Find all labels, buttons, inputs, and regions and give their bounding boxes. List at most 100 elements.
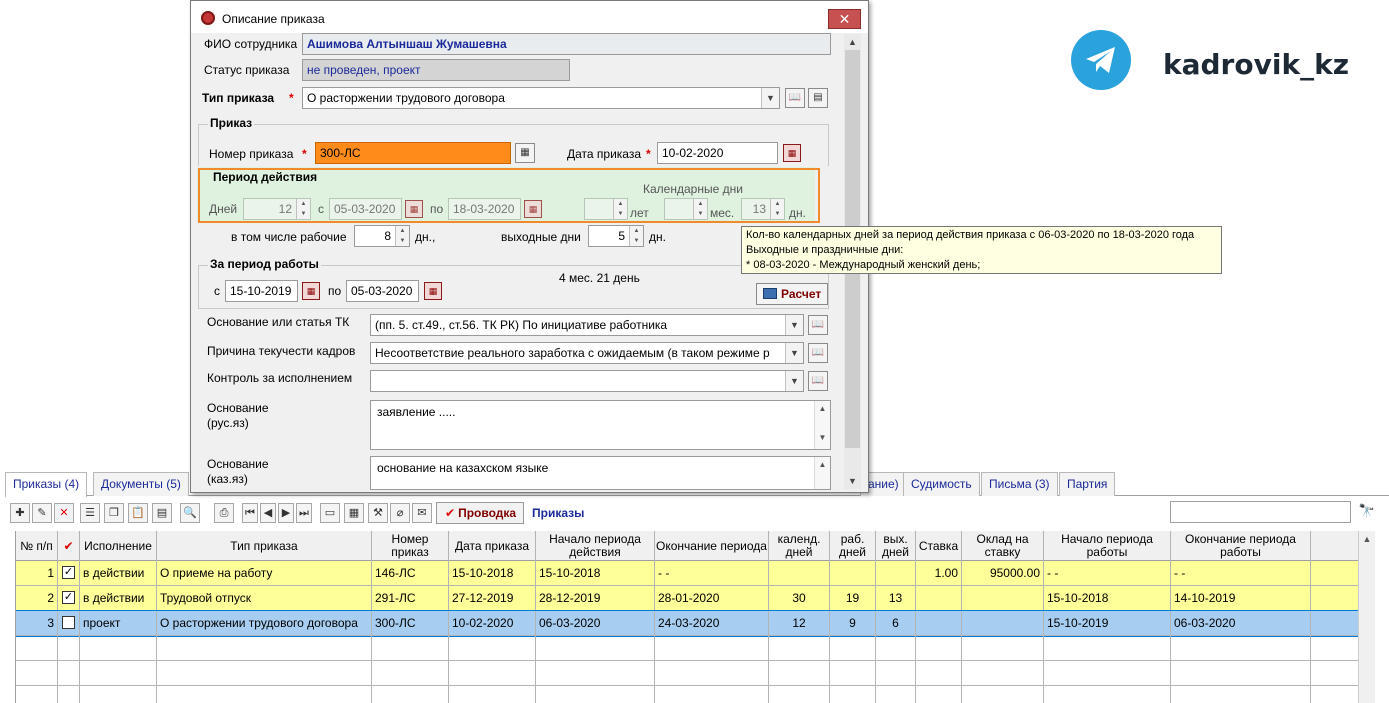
basis-select[interactable]: (пп. 5. ст.49., ст.56. ТК РК) По инициат… bbox=[370, 314, 804, 336]
col-work-start[interactable]: Начало периода работы bbox=[1044, 531, 1171, 561]
row-checkbox[interactable]: ✓ bbox=[62, 566, 75, 580]
chevron-down-icon[interactable]: ▼ bbox=[785, 315, 803, 335]
first-icon[interactable]: ⏮ bbox=[242, 503, 258, 523]
delete-icon[interactable]: ✕ bbox=[54, 503, 74, 523]
mail-icon[interactable]: ✉ bbox=[412, 503, 432, 523]
attach-icon[interactable]: ⌀ bbox=[390, 503, 410, 523]
copy-icon[interactable]: ❐ bbox=[104, 503, 124, 523]
table-row[interactable]: 1 ✓ в действии О приеме на работу 146-ЛС 15-1… bbox=[16, 561, 1371, 586]
paste-icon[interactable]: 📋 bbox=[128, 503, 148, 523]
col-type[interactable]: Тип приказа bbox=[157, 531, 372, 561]
chevron-down-icon[interactable]: ▼ bbox=[785, 371, 803, 391]
col-work-end[interactable]: Окончание периода работы bbox=[1171, 531, 1311, 561]
tool-icon[interactable]: ⚒ bbox=[368, 503, 388, 523]
col-status[interactable]: Исполнение bbox=[80, 531, 157, 561]
col-work-days[interactable]: раб. дней bbox=[830, 531, 876, 561]
table-row[interactable] bbox=[16, 636, 1371, 661]
spin-icon[interactable]: ▲ ▼ bbox=[770, 199, 784, 219]
book-icon[interactable]: 📖 bbox=[785, 88, 805, 108]
offdays-stepper[interactable]: 5 ▲ ▼ bbox=[588, 225, 644, 247]
row-checkbox[interactable] bbox=[62, 616, 75, 630]
next-icon[interactable]: ▶ bbox=[278, 503, 294, 523]
calendar-icon[interactable]: ▦ bbox=[302, 282, 320, 300]
col-order-date[interactable]: Дата приказа bbox=[449, 531, 536, 561]
scroll-down-icon[interactable]: ▼ bbox=[844, 473, 861, 489]
col-period-start[interactable]: Начало периода действия bbox=[536, 531, 655, 561]
close-button[interactable]: ✕ bbox=[828, 9, 861, 29]
from-date-field[interactable]: 05-03-2020 bbox=[329, 198, 402, 220]
scroll-up-icon[interactable]: ▲ bbox=[844, 34, 861, 50]
book-icon[interactable]: 📖 bbox=[808, 371, 828, 391]
calendar-icon[interactable]: ▦ bbox=[783, 144, 801, 162]
days-stepper[interactable]: 12 ▲ ▼ bbox=[243, 198, 311, 220]
post-button[interactable]: ✔ Проводка bbox=[436, 502, 524, 524]
spin-icon[interactable]: ▲ ▼ bbox=[613, 199, 627, 219]
memo-scrollbar[interactable]: ▲ bbox=[814, 457, 830, 489]
book-icon[interactable]: 📖 bbox=[808, 315, 828, 335]
add-number-icon[interactable]: ▦ bbox=[515, 143, 535, 163]
row-checkbox[interactable]: ✓ bbox=[62, 591, 75, 605]
spin-icon[interactable]: ▲ ▼ bbox=[296, 199, 310, 219]
col-rate[interactable]: Ставка bbox=[916, 531, 962, 561]
control-select[interactable]: ▼ bbox=[370, 370, 804, 392]
workdays-stepper[interactable]: 8 ▲ ▼ bbox=[354, 225, 410, 247]
col-number[interactable]: № п/п bbox=[16, 531, 58, 561]
spin-icon[interactable]: ▲ ▼ bbox=[395, 226, 409, 246]
calculate-button[interactable]: Расчет bbox=[756, 283, 828, 305]
table-row[interactable] bbox=[16, 686, 1371, 703]
tab-letters[interactable]: Письма (3) bbox=[981, 472, 1058, 496]
order-type-select[interactable]: О расторжении трудового договора ▼ bbox=[302, 87, 780, 109]
last-icon[interactable]: ⏭ bbox=[296, 503, 312, 523]
memo-scrollbar[interactable]: ▲ ▼ bbox=[814, 401, 830, 449]
col-off-days[interactable]: вых. дней bbox=[876, 531, 916, 561]
basis-ru-textarea[interactable]: заявление ..... ▲ ▼ bbox=[370, 400, 831, 450]
calendar-icon[interactable]: ▦ bbox=[405, 200, 423, 218]
to-date-field[interactable]: 18-03-2020 bbox=[448, 198, 521, 220]
col-check[interactable]: ✔ bbox=[58, 531, 80, 561]
col-salary[interactable]: Оклад на ставку bbox=[962, 531, 1044, 561]
archive-icon[interactable]: ▭ bbox=[320, 503, 340, 523]
chevron-down-icon[interactable]: ▼ bbox=[761, 88, 779, 108]
book-icon[interactable]: 📖 bbox=[808, 343, 828, 363]
properties-icon[interactable]: ▤ bbox=[152, 503, 172, 523]
add-icon[interactable]: ✚ bbox=[10, 503, 30, 523]
dn-stepper[interactable]: 13 ▲ ▼ bbox=[741, 198, 785, 220]
grid-scrollbar[interactable]: ▲ bbox=[1358, 531, 1375, 703]
tab-orders[interactable]: Приказы (4) bbox=[5, 472, 88, 497]
excel-icon[interactable]: ▦ bbox=[344, 503, 364, 523]
offdays-label: выходные дни bbox=[501, 230, 581, 244]
order-date-field[interactable]: 10-02-2020 bbox=[657, 142, 778, 164]
table-row[interactable]: 3 проект О расторжении трудового договора 3… bbox=[16, 610, 1371, 637]
tab-documents[interactable]: Документы (5) bbox=[93, 472, 189, 496]
tab-criminal-record[interactable]: Судимость bbox=[903, 472, 980, 496]
reason-select[interactable]: Несоответствие реального заработка с ожи… bbox=[370, 342, 804, 364]
tab-party[interactable]: Партия bbox=[1059, 472, 1116, 496]
wp-from-field[interactable]: 15-10-2019 bbox=[225, 280, 298, 302]
years-stepper[interactable]: ▲ ▼ bbox=[584, 198, 628, 220]
spin-icon[interactable]: ▲ ▼ bbox=[693, 199, 707, 219]
calendar-icon[interactable]: ▦ bbox=[424, 282, 442, 300]
table-row[interactable]: 2 ✓ в действии Трудовой отпуск 291-ЛС 27-12-2… bbox=[16, 586, 1371, 611]
search-input[interactable] bbox=[1170, 501, 1351, 523]
print-icon[interactable]: ⎙ bbox=[214, 503, 234, 523]
basis-kz-textarea[interactable]: основание на казахском языке ▲ bbox=[370, 456, 831, 490]
cell-type bbox=[157, 661, 372, 686]
calendar-icon[interactable]: ▦ bbox=[524, 200, 542, 218]
months-stepper[interactable]: ▲ ▼ bbox=[664, 198, 708, 220]
col-order-number[interactable]: Номер приказ bbox=[372, 531, 449, 561]
col-cal-days[interactable]: календ. дней bbox=[769, 531, 830, 561]
order-number-field[interactable]: 300-ЛС bbox=[315, 142, 511, 164]
list-icon[interactable]: ☰ bbox=[80, 503, 100, 523]
table-row[interactable] bbox=[16, 661, 1371, 686]
binoculars-icon[interactable]: 🔭 bbox=[1356, 503, 1378, 523]
scroll-up-icon[interactable]: ▲ bbox=[1359, 531, 1375, 547]
spin-icon[interactable]: ▲ ▼ bbox=[629, 226, 643, 246]
wp-to-field[interactable]: 05-03-2020 bbox=[346, 280, 419, 302]
preview-icon[interactable]: 🔍 bbox=[180, 503, 200, 523]
telegram-icon bbox=[1071, 30, 1131, 90]
col-period-end[interactable]: Окончание периода bbox=[655, 531, 769, 561]
edit-icon[interactable]: ✎ bbox=[32, 503, 52, 523]
properties-icon[interactable]: ▤ bbox=[808, 88, 828, 108]
chevron-down-icon[interactable]: ▼ bbox=[785, 343, 803, 363]
prev-icon[interactable]: ◀ bbox=[260, 503, 276, 523]
